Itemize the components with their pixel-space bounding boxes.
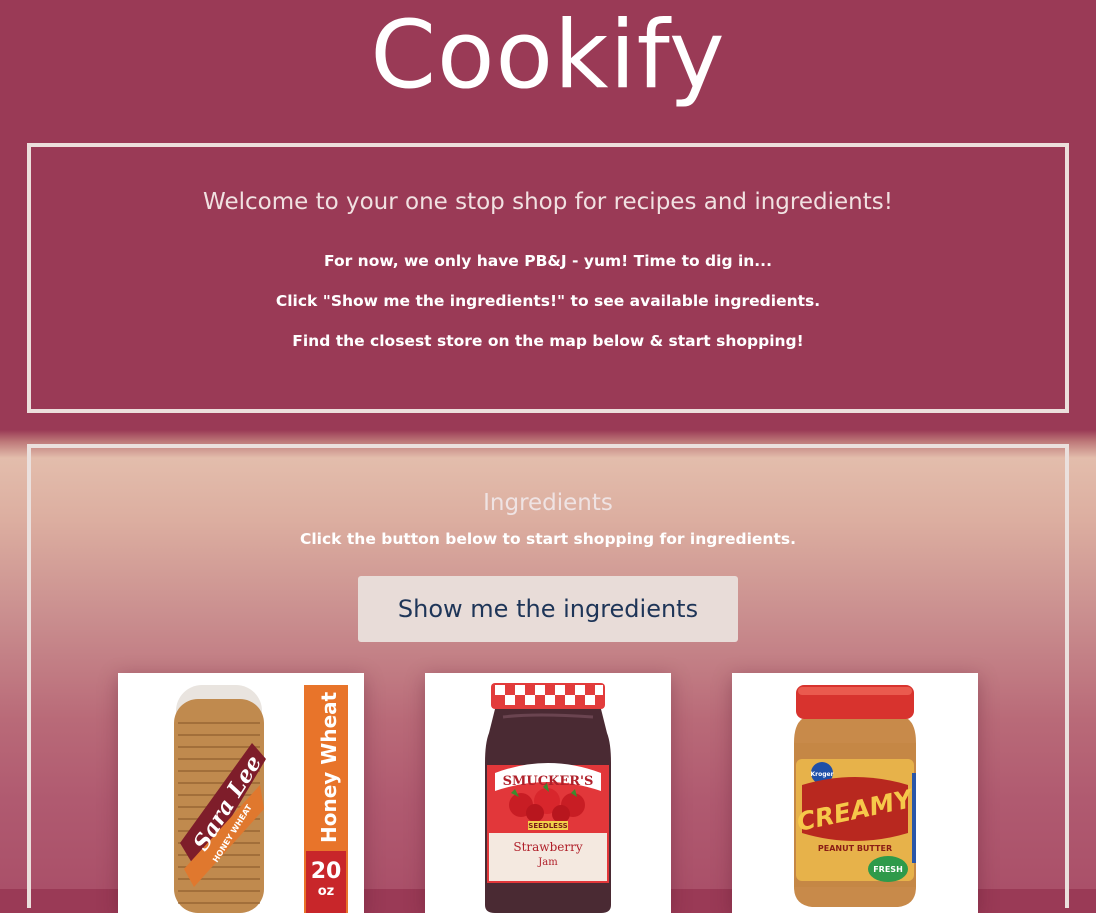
product-card-jam[interactable]: SMUCKER'S SEEDLESS Strawberry Jam	[425, 673, 671, 913]
welcome-panel: Welcome to your one stop shop for recipe…	[27, 143, 1069, 413]
welcome-heading: Welcome to your one stop shop for recipe…	[203, 189, 893, 215]
jam-flavor: Strawberry	[513, 840, 582, 854]
peanut-butter-image: Kroger CREAMY PEANUT BUTTER FRESH	[794, 685, 918, 907]
welcome-line-2: Click "Show me the ingredients!" to see …	[275, 292, 821, 310]
bread-side-label: Honey Wheat	[317, 691, 341, 843]
pb-brand: Kroger	[810, 771, 833, 778]
bread-size: 20	[311, 859, 342, 884]
site-title: Cookify	[370, 1, 726, 110]
pb-type: PEANUT BUTTER	[818, 844, 892, 853]
welcome-line-3: Find the closest store on the map below …	[292, 332, 804, 350]
pb-badge: FRESH	[873, 865, 903, 874]
product-card-bread[interactable]: Sara Lee HONEY WHEAT Honey Wheat 20 oz	[118, 673, 364, 913]
ingredients-subtitle: Click the button below to start shopping…	[299, 530, 796, 548]
jam-type: Jam	[537, 857, 558, 868]
jam-tag: SEEDLESS	[528, 822, 567, 830]
product-card-peanut-butter[interactable]: Kroger CREAMY PEANUT BUTTER FRESH	[732, 673, 978, 913]
bread-unit: oz	[318, 884, 335, 899]
jam-brand: SMUCKER'S	[503, 774, 594, 789]
ingredients-heading: Ingredients	[483, 490, 613, 516]
jam-image: SMUCKER'S SEEDLESS Strawberry Jam	[485, 683, 611, 913]
bread-image: Sara Lee HONEY WHEAT Honey Wheat 20 oz	[174, 685, 348, 913]
welcome-line-1: For now, we only have PB&J - yum! Time t…	[324, 252, 772, 270]
ingredients-panel: Ingredients Click the button below to st…	[27, 444, 1069, 913]
show-ingredients-button[interactable]: Show me the ingredients	[358, 576, 738, 642]
